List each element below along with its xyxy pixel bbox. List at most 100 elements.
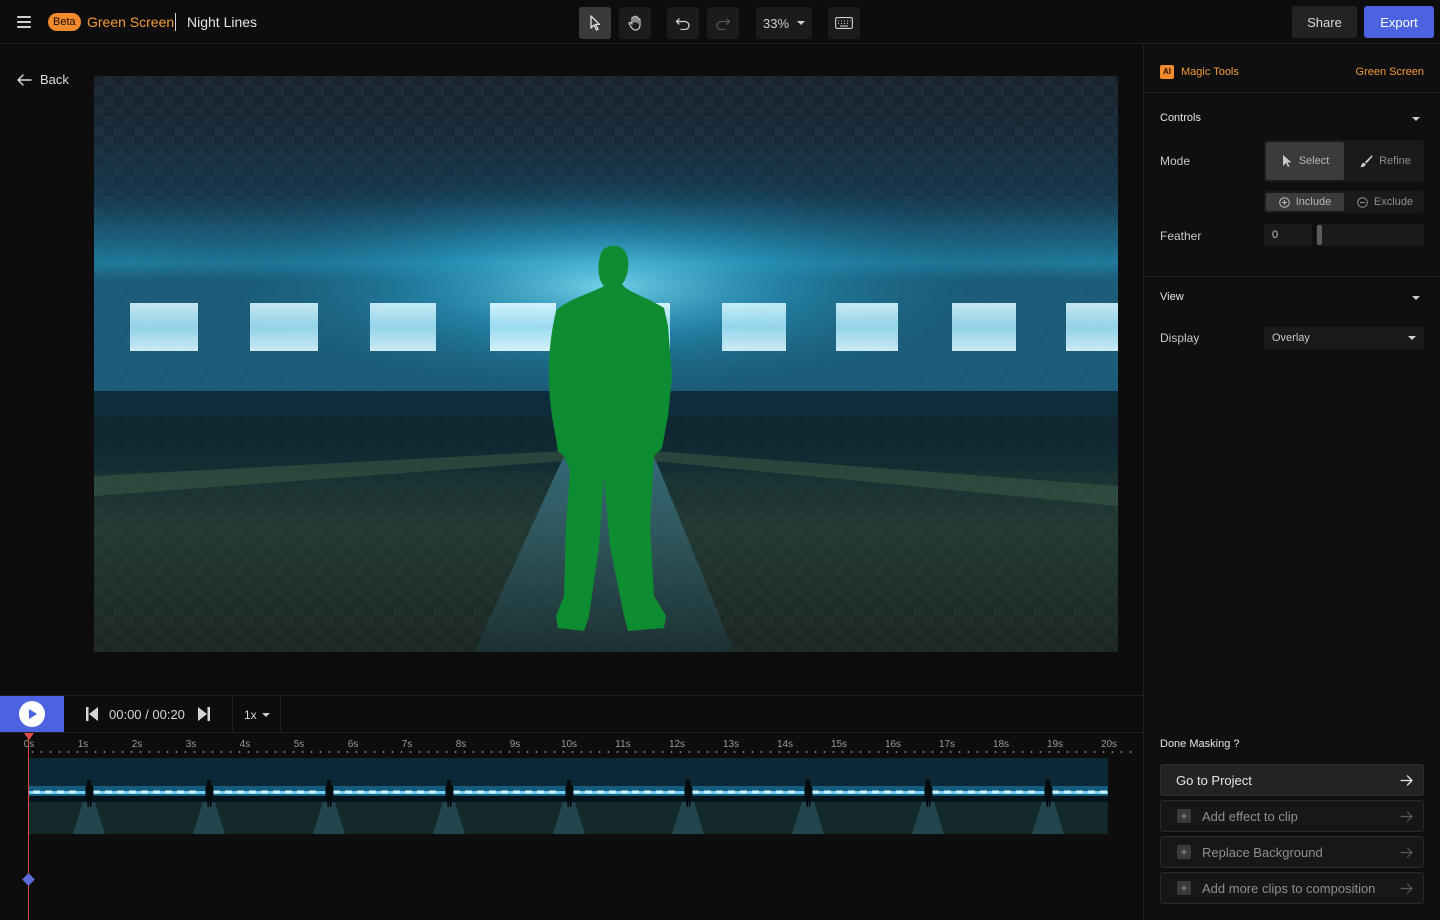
chevron-down-icon (1412, 296, 1420, 300)
menu-icon[interactable] (14, 12, 34, 32)
replace-background-button[interactable]: + Replace Background (1160, 836, 1424, 868)
clip-filmstrip[interactable] (29, 758, 1108, 834)
zoom-value: 33% (762, 15, 790, 31)
add-effect-button[interactable]: + Add effect to clip (1160, 800, 1424, 832)
divider (232, 696, 233, 732)
ai-icon: AI (1160, 65, 1174, 79)
back-label: Back (40, 72, 69, 87)
divider (280, 696, 281, 732)
view-section-toggle[interactable]: View (1160, 291, 1424, 307)
ruler-tick-label: 0s (23, 739, 35, 750)
feather-slider-handle[interactable] (1317, 225, 1322, 245)
hand-tool-button[interactable] (619, 7, 651, 39)
zoom-dropdown[interactable]: 33% (756, 7, 812, 39)
filmstrip-frame (868, 758, 989, 834)
ruler-tick-label: 4s (239, 739, 251, 750)
ruler-tick-label: 17s (938, 739, 956, 750)
mode-label: Mode (1160, 154, 1191, 168)
redo-icon (716, 18, 731, 30)
magic-tools-panel: AI Magic Tools Green Screen Controls Mod… (1143, 44, 1440, 920)
arrow-right-icon (1400, 846, 1413, 858)
arrow-right-icon (1400, 810, 1413, 822)
undo-icon (675, 18, 690, 30)
controls-section-toggle[interactable]: Controls (1160, 112, 1424, 128)
keyboard-icon (835, 17, 853, 29)
mode-refine-button[interactable]: Refine (1346, 140, 1424, 182)
select-tool-button[interactable] (579, 7, 611, 39)
filmstrip-frame (29, 758, 149, 834)
skip-forward-icon[interactable] (198, 707, 210, 721)
ruler-tick-label: 5s (293, 739, 305, 750)
share-button[interactable]: Share (1292, 6, 1357, 38)
ruler-tick-label: 8s (455, 739, 467, 750)
timeline: 00:00 / 00:20 1x 0s 1s 2s 3s 4s 5s 6s 7s 8s 9s 10s… (0, 695, 1143, 920)
filmstrip-frame (628, 758, 749, 834)
ruler-tick-label: 6s (347, 739, 359, 750)
ruler-tick-label: 3s (185, 739, 197, 750)
redo-button[interactable] (707, 7, 739, 39)
play-button[interactable] (0, 696, 64, 732)
chevron-down-icon (797, 21, 806, 25)
time-display: 00:00 / 00:20 (109, 707, 185, 722)
ruler-tick-label: 12s (668, 739, 686, 750)
title-divider (175, 13, 176, 31)
beta-badge: Beta (48, 13, 81, 31)
add-more-clips-button[interactable]: + Add more clips to composition (1160, 872, 1424, 904)
project-title[interactable]: Night Lines (187, 14, 257, 30)
ruler-tick-label: 11s (615, 739, 631, 750)
arrow-right-icon (1400, 774, 1413, 786)
feather-input[interactable] (1264, 224, 1312, 246)
back-button[interactable]: Back (17, 72, 69, 87)
exclude-button[interactable]: Exclude (1346, 191, 1424, 213)
video-frame-preview (94, 76, 1118, 652)
ruler-tick-label: 20s (1100, 739, 1118, 750)
filmstrip-frame (388, 758, 509, 834)
controls-title: Controls (1160, 112, 1201, 124)
divider (1144, 276, 1440, 277)
export-button[interactable]: Export (1364, 6, 1434, 38)
plus-icon: + (1177, 881, 1191, 895)
ruler-tick-label: 13s (722, 739, 740, 750)
magic-tools-label[interactable]: Magic Tools (1181, 66, 1239, 78)
ruler-tick-label: 9s (509, 739, 521, 750)
mode-select-button[interactable]: Select (1266, 142, 1344, 180)
playhead-handle[interactable] (24, 733, 34, 740)
keyboard-shortcuts-button[interactable] (828, 7, 860, 39)
ruler-tick-label: 14s (776, 739, 794, 750)
ruler-tick-label: 2s (131, 739, 143, 750)
ruler-tick-label: 1s (77, 739, 89, 750)
speed-value: 1x (244, 708, 257, 722)
playback-speed-dropdown[interactable]: 1x (244, 708, 270, 722)
skip-back-icon[interactable] (86, 707, 98, 721)
chevron-down-icon (261, 713, 270, 717)
current-tool-label: Green Screen (1355, 66, 1424, 78)
done-masking-title: Done Masking ? (1160, 738, 1240, 750)
video-canvas[interactable] (94, 76, 1118, 652)
filmstrip-frame (748, 758, 869, 834)
arrow-left-icon (17, 73, 32, 86)
brush-icon (1360, 155, 1373, 168)
display-select[interactable]: Overlay (1264, 327, 1424, 349)
chevron-down-icon (1408, 336, 1416, 340)
filmstrip-frame (508, 758, 629, 834)
time-ruler[interactable]: 0s 1s 2s 3s 4s 5s 6s 7s 8s 9s 10s 11s 12s 13s 14s 15s 16… (0, 733, 1143, 755)
top-bar: Beta Green Screen Night Lines 33% Share … (0, 0, 1440, 44)
go-to-project-button[interactable]: Go to Project (1160, 764, 1424, 796)
feather-slider[interactable] (1316, 224, 1424, 246)
filmstrip-frame (148, 758, 269, 834)
playhead[interactable] (28, 733, 29, 920)
filmstrip-frame (268, 758, 389, 834)
mode-toggle: Select Refine (1264, 140, 1424, 182)
ruler-tick-label: 15s (830, 739, 848, 750)
ruler-tick-label: 18s (992, 739, 1010, 750)
include-button[interactable]: Include (1266, 193, 1344, 211)
ruler-tick-label: 19s (1046, 739, 1064, 750)
keyframe-marker[interactable] (22, 873, 35, 886)
undo-button[interactable] (667, 7, 699, 39)
plus-icon: + (1177, 845, 1191, 859)
app-title: Green Screen (87, 14, 175, 30)
arrow-right-icon (1400, 882, 1413, 894)
plus-icon: + (1177, 809, 1191, 823)
filmstrip-frame (988, 758, 1108, 834)
ruler-tick-label: 10s (560, 739, 578, 750)
